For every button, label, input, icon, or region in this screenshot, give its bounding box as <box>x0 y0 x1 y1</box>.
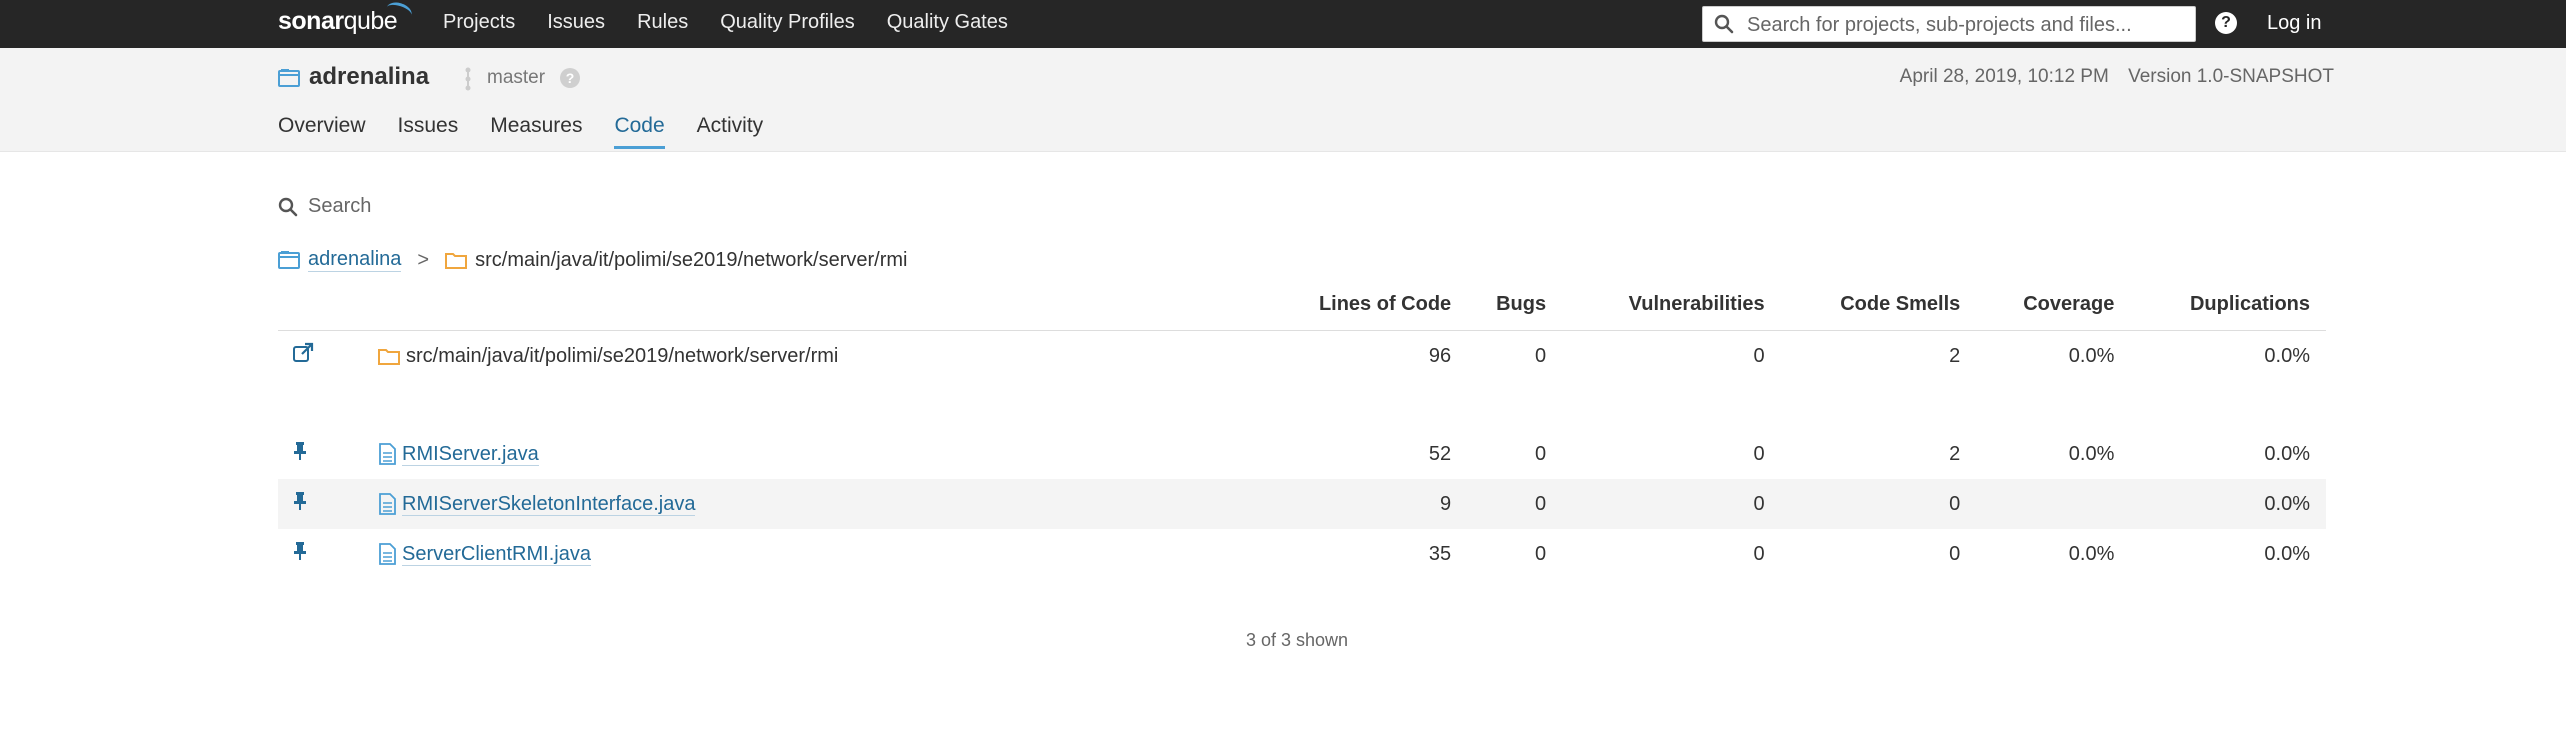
nav-quality-profiles[interactable]: Quality Profiles <box>720 11 855 34</box>
cell-vulnerabilities: 0 <box>1753 442 1765 465</box>
sonarqube-logo[interactable]: sonarqube <box>278 0 414 36</box>
cell-vulnerabilities: 0 <box>1753 542 1765 565</box>
project-tabs: Overview Issues Measures Code Activity <box>278 114 795 149</box>
project-name[interactable]: adrenalina <box>309 63 429 91</box>
cell-duplications: 0.0% <box>2264 542 2310 565</box>
cell-loc: 96 <box>1428 344 1452 367</box>
breadcrumb: adrenalina > src/main/java/it/polimi/se2… <box>278 248 907 272</box>
external-link-icon[interactable] <box>292 342 314 364</box>
breadcrumb-separator: > <box>417 248 430 271</box>
analysis-meta: April 28, 2019, 10:12 PM Version 1.0-SNA… <box>1900 66 2334 88</box>
table-row[interactable]: ServerClientRMI.java 35 0 0 0 0.0% 0.0% <box>278 529 2326 579</box>
cell-loc: 35 <box>1428 542 1452 565</box>
cell-coverage: 0.0% <box>2068 442 2115 465</box>
tab-issues[interactable]: Issues <box>398 114 459 149</box>
cell-code-smells: 2 <box>1949 344 1961 367</box>
pin-icon[interactable] <box>292 491 308 511</box>
cell-duplications: 0.0% <box>2130 479 2326 529</box>
cell-bugs: 0 <box>1467 479 1563 529</box>
branch-name: master <box>487 67 546 88</box>
cell-bugs: 0 <box>1534 442 1547 465</box>
project-version: Version 1.0-SNAPSHOT <box>2128 66 2334 87</box>
pin-icon[interactable] <box>292 541 308 561</box>
global-search-input[interactable] <box>1745 11 2189 39</box>
cell-code-smells: 0 <box>1780 479 1977 529</box>
cell-vulnerabilities: 0 <box>1753 344 1765 367</box>
shown-count: 3 of 3 shown <box>1246 630 1349 650</box>
file-link[interactable]: RMIServerSkeletonInterface.java <box>402 492 696 516</box>
pin-icon[interactable] <box>292 441 308 461</box>
project-icon <box>278 251 300 269</box>
component-name: src/main/java/it/polimi/se2019/network/s… <box>406 344 839 367</box>
folder-icon <box>378 349 400 366</box>
components-table: Lines of Code Bugs Vulnerabilities Code … <box>278 288 2326 579</box>
col-lines-of-code: Lines of Code <box>1254 288 1468 331</box>
login-link[interactable]: Log in <box>2267 12 2322 35</box>
nav-projects[interactable]: Projects <box>443 11 515 34</box>
table-row[interactable]: RMIServerSkeletonInterface.java 9 0 0 0 … <box>278 479 2326 529</box>
file-icon <box>379 543 396 566</box>
tab-activity[interactable]: Activity <box>697 114 764 149</box>
project-icon <box>278 69 300 87</box>
table-row[interactable]: RMIServer.java 52 0 0 2 0.0% 0.0% <box>278 429 2326 479</box>
cell-code-smells: 0 <box>1949 542 1961 565</box>
project-header: adrenalina master ? April 28, 2019, 10:1… <box>0 48 2566 152</box>
nav-issues[interactable]: Issues <box>547 11 605 34</box>
breadcrumb-current-path: src/main/java/it/polimi/se2019/network/s… <box>475 248 908 271</box>
file-icon <box>379 443 396 466</box>
file-link[interactable]: RMIServer.java <box>402 442 539 466</box>
analysis-date: April 28, 2019, 10:12 PM <box>1899 66 2109 87</box>
global-nav: Projects Issues Rules Quality Profiles Q… <box>443 11 1040 34</box>
col-bugs: Bugs <box>1467 288 1563 331</box>
search-icon <box>1714 14 1734 34</box>
table-header: Lines of Code Bugs Vulnerabilities Code … <box>278 288 2326 331</box>
tab-measures[interactable]: Measures <box>490 114 582 149</box>
col-duplications: Duplications <box>2130 288 2326 331</box>
folder-icon <box>445 253 468 269</box>
col-code-smells: Code Smells <box>1780 288 1977 331</box>
base-component-row: src/main/java/it/polimi/se2019/network/s… <box>278 331 2326 382</box>
code-search[interactable] <box>278 194 710 219</box>
col-coverage: Coverage <box>1976 288 2131 331</box>
cell-coverage <box>1976 479 2131 529</box>
cell-loc: 52 <box>1428 442 1452 465</box>
breadcrumb-project-link[interactable]: adrenalina <box>308 248 402 272</box>
cell-duplications: 0.0% <box>2264 344 2310 367</box>
cell-bugs: 0 <box>1534 344 1547 367</box>
file-link[interactable]: ServerClientRMI.java <box>402 542 591 566</box>
cell-bugs: 0 <box>1534 542 1547 565</box>
nav-quality-gates[interactable]: Quality Gates <box>887 11 1008 34</box>
tab-code[interactable]: Code <box>614 114 665 149</box>
col-vulnerabilities: Vulnerabilities <box>1562 288 1781 331</box>
branch-help-icon[interactable]: ? <box>560 68 580 88</box>
search-icon <box>278 197 298 216</box>
tab-overview[interactable]: Overview <box>278 114 366 149</box>
code-search-input[interactable] <box>306 194 710 219</box>
branch-icon <box>465 67 471 91</box>
cell-coverage: 0.0% <box>2068 542 2115 565</box>
cell-vulnerabilities: 0 <box>1562 479 1781 529</box>
top-navbar: sonarqube Projects Issues Rules Quality … <box>0 0 2566 48</box>
global-search[interactable] <box>1702 6 2196 42</box>
cell-code-smells: 2 <box>1949 442 1961 465</box>
cell-loc: 9 <box>1254 479 1468 529</box>
help-icon[interactable]: ? <box>2215 12 2237 34</box>
nav-rules[interactable]: Rules <box>637 11 688 34</box>
cell-duplications: 0.0% <box>2264 442 2310 465</box>
cell-coverage: 0.0% <box>2068 344 2115 367</box>
file-icon <box>379 493 396 516</box>
